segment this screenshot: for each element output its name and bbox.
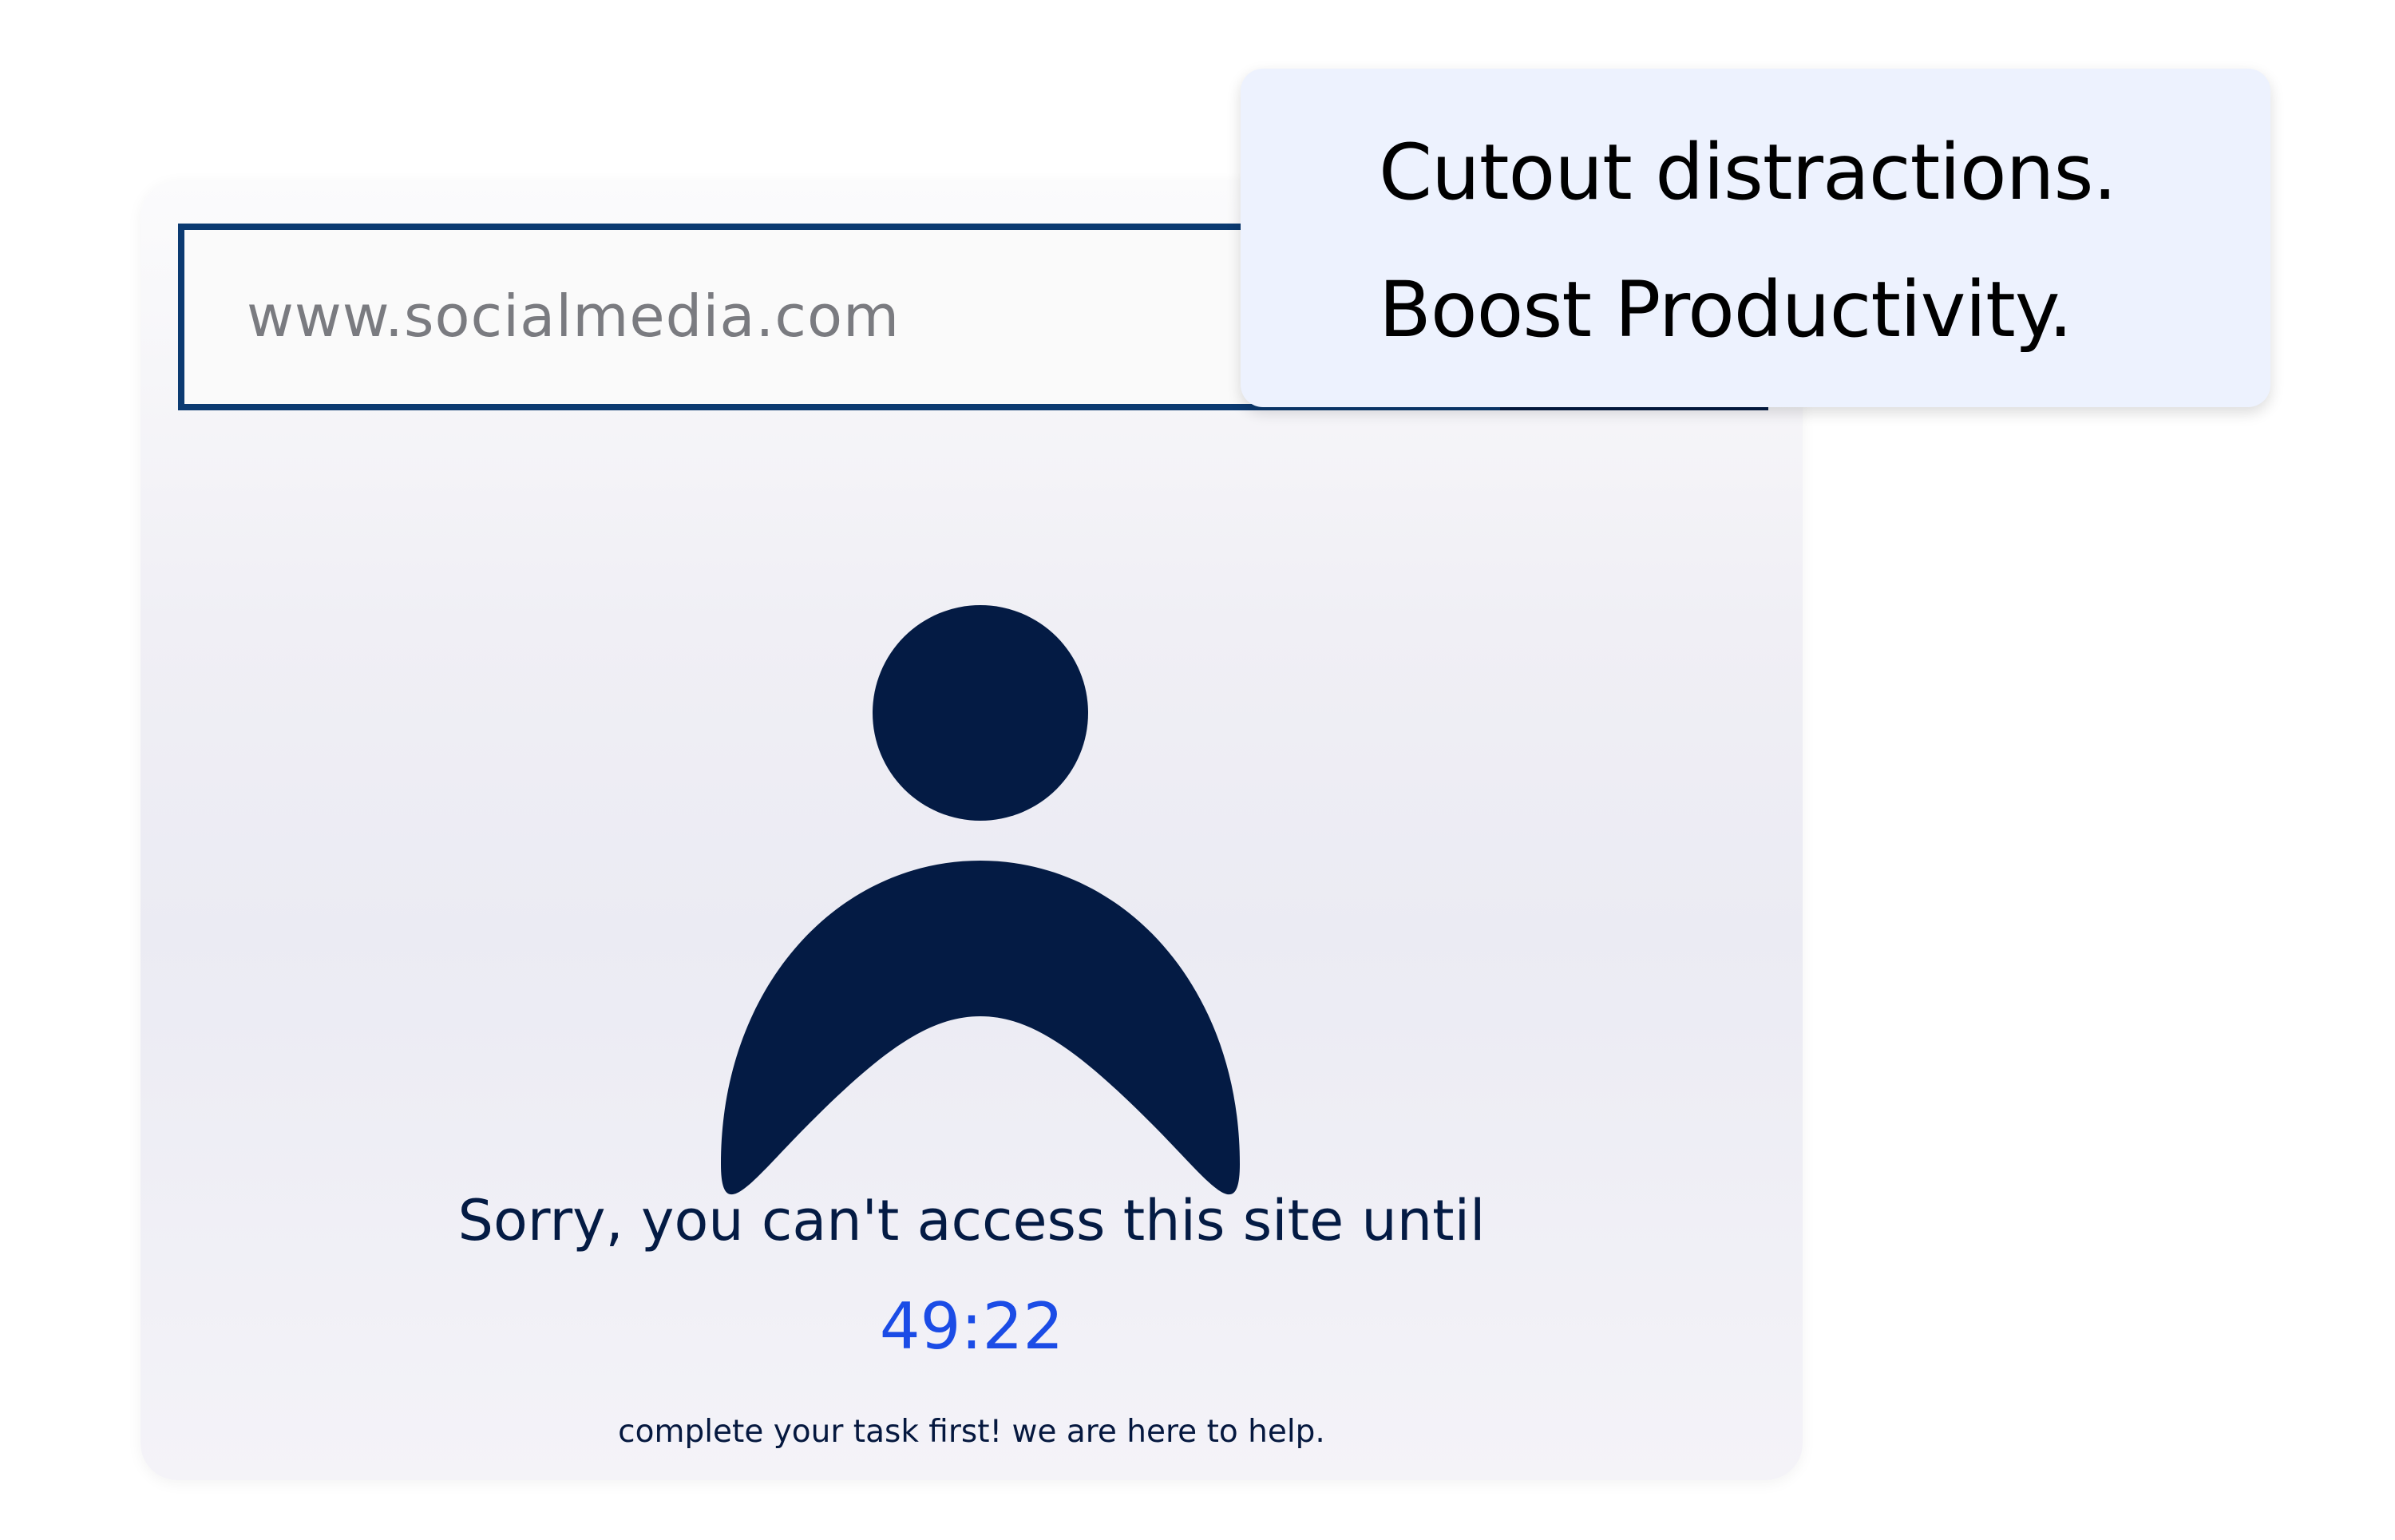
person-icon	[721, 605, 1240, 1195]
person-head	[873, 605, 1088, 821]
person-shoulders	[721, 861, 1240, 1195]
countdown-timer: 49:22	[879, 1289, 1064, 1364]
productivity-callout: Cutout distractions. Boost Productivity.	[1241, 69, 2270, 407]
promo-line-cutout: Cutout distractions.	[1379, 128, 2117, 217]
blocked-message: Sorry, you can't access this site until	[457, 1188, 1486, 1253]
help-text: complete your task first! we are here to…	[618, 1414, 1325, 1450]
site-block-screen: www.socialmedia.com Sorry, you can't acc…	[0, 0, 2395, 1540]
address-bar-url: www.socialmedia.com	[247, 283, 901, 350]
promo-line-boost: Boost Productivity.	[1379, 265, 2072, 354]
